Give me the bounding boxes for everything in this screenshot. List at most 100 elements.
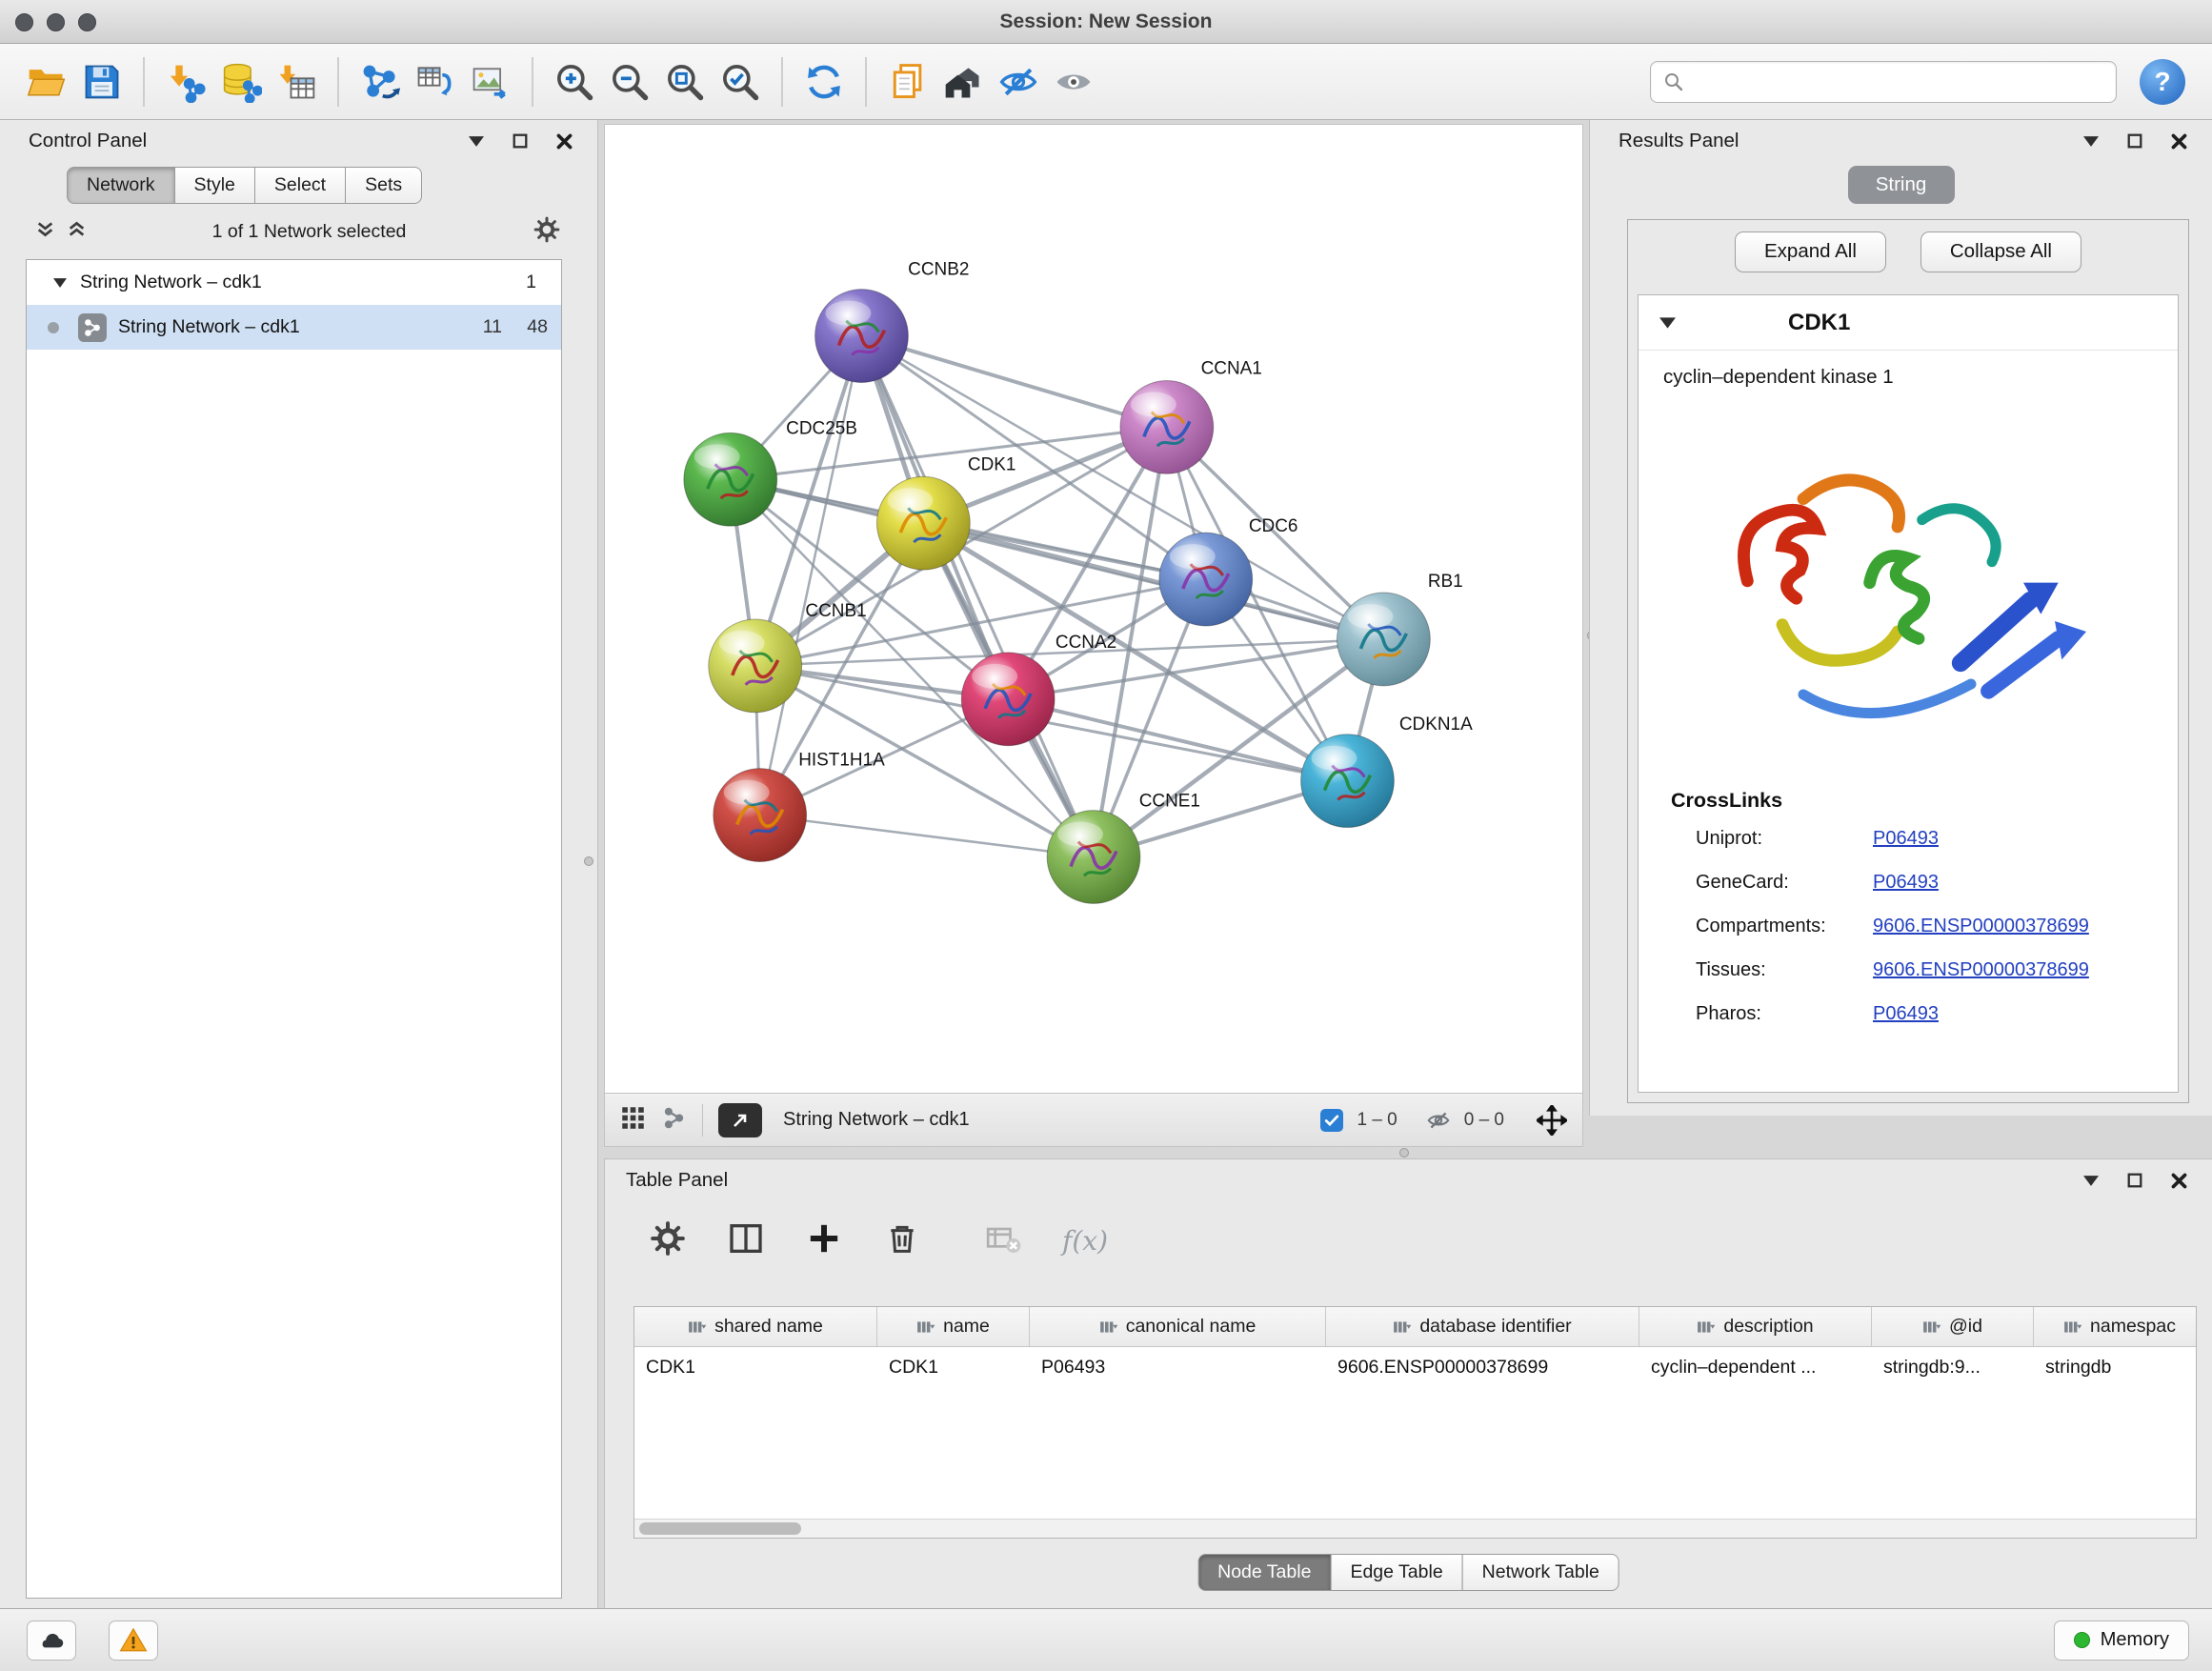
delete-column-button[interactable]: [883, 1219, 921, 1262]
toggle-visibility-button[interactable]: [1046, 52, 1101, 111]
edge-CCNA2-CDKN1A[interactable]: [1008, 699, 1347, 781]
expand-all-button[interactable]: [68, 220, 86, 243]
open-session-button[interactable]: [19, 52, 74, 111]
tab-sets[interactable]: Sets: [345, 167, 422, 204]
table-body[interactable]: [634, 1387, 2196, 1519]
node-RB1[interactable]: [1337, 593, 1430, 686]
new-network-from-selection-button[interactable]: [352, 52, 408, 111]
edge-CCNB2-CCNE1[interactable]: [861, 336, 1094, 857]
network-canvas[interactable]: CCNB2CCNA1CDC25BCDK1CDC6RB1CCNB1CCNA2CDK…: [604, 124, 1583, 1094]
network-row-selected[interactable]: String Network – cdk1 11 48: [27, 305, 561, 350]
column-header-description[interactable]: description: [1639, 1307, 1872, 1346]
panel-close-button[interactable]: [556, 133, 573, 150]
collapse-all-button[interactable]: [36, 220, 54, 243]
home-button[interactable]: [935, 52, 991, 111]
panel-collapse-button[interactable]: [2083, 136, 2099, 147]
crosslink-value[interactable]: P06493: [1873, 872, 1939, 894]
node-CCNB1[interactable]: [709, 619, 802, 713]
collapse-all-button[interactable]: Collapse All: [1920, 232, 2081, 272]
panel-collapse-button[interactable]: [469, 136, 484, 147]
column-header-name[interactable]: name: [877, 1307, 1030, 1346]
node-CDC25B[interactable]: [684, 433, 777, 526]
search-input[interactable]: [1693, 71, 2104, 92]
node-CCNE1[interactable]: [1047, 811, 1140, 904]
scrollbar-thumb[interactable]: [639, 1522, 801, 1535]
tab-style[interactable]: Style: [174, 167, 255, 204]
panel-close-button[interactable]: [2171, 133, 2187, 150]
tab-network[interactable]: Network: [67, 167, 175, 204]
import-table-button[interactable]: [269, 52, 324, 111]
grid-view-button[interactable]: [620, 1105, 646, 1136]
network-options-button[interactable]: [533, 215, 561, 249]
crosslink-value[interactable]: 9606.ENSP00000378699: [1873, 916, 2089, 937]
import-network-file-button[interactable]: [158, 52, 213, 111]
hidden-items-icon[interactable]: [1426, 1108, 1451, 1133]
network-view-button[interactable]: [661, 1105, 687, 1136]
crosslink-value[interactable]: 9606.ENSP00000378699: [1873, 959, 2089, 981]
birds-eye-view-button[interactable]: [718, 1103, 762, 1137]
copy-button[interactable]: [880, 52, 935, 111]
save-session-button[interactable]: [74, 52, 130, 111]
panel-close-button[interactable]: [2171, 1173, 2187, 1189]
panel-float-button[interactable]: [2127, 133, 2142, 149]
zoom-selected-button[interactable]: [713, 52, 768, 111]
node-CDKN1A[interactable]: [1301, 735, 1395, 828]
splitter-handle[interactable]: [584, 856, 593, 866]
delete-table-button[interactable]: [984, 1219, 1022, 1262]
node-CDK1[interactable]: [876, 476, 970, 570]
table-cell[interactable]: stringdb: [2034, 1347, 2196, 1387]
table-options-button[interactable]: [649, 1219, 687, 1262]
table-cell[interactable]: P06493: [1030, 1347, 1326, 1387]
zoom-fit-button[interactable]: [657, 52, 713, 111]
section-expander-icon[interactable]: [1659, 317, 1676, 329]
tab-node-table[interactable]: Node Table: [1197, 1554, 1331, 1591]
column-header-canonical-name[interactable]: canonical name: [1030, 1307, 1326, 1346]
node-CCNA2[interactable]: [961, 653, 1055, 746]
table-cell[interactable]: stringdb:9...: [1872, 1347, 2034, 1387]
selected-items-icon[interactable]: [1320, 1109, 1343, 1132]
table-cell[interactable]: 9606.ENSP00000378699: [1326, 1347, 1639, 1387]
node-CDC6[interactable]: [1159, 533, 1253, 626]
refresh-button[interactable]: [796, 52, 852, 111]
create-column-button[interactable]: [805, 1219, 843, 1262]
window-minimize-button[interactable]: [47, 13, 65, 31]
search-box[interactable]: [1650, 61, 2117, 103]
table-cell[interactable]: cyclin–dependent ...: [1639, 1347, 1872, 1387]
cloud-button[interactable]: [27, 1621, 76, 1661]
edge-CCNB2-CCNA1[interactable]: [861, 336, 1166, 428]
tab-string[interactable]: String: [1848, 166, 1955, 204]
window-zoom-button[interactable]: [78, 13, 96, 31]
tab-edge-table[interactable]: Edge Table: [1330, 1554, 1462, 1591]
toggle-graphics-details-button[interactable]: [991, 52, 1046, 111]
export-table-button[interactable]: [408, 52, 463, 111]
node-HIST1H1A[interactable]: [714, 769, 807, 862]
column-header-@id[interactable]: @id: [1872, 1307, 2034, 1346]
crosslink-value[interactable]: P06493: [1873, 828, 1939, 850]
pan-tool-button[interactable]: [1537, 1105, 1567, 1136]
help-button[interactable]: ?: [2140, 59, 2185, 105]
tree-expander-icon[interactable]: [53, 278, 67, 288]
export-image-button[interactable]: [463, 52, 518, 111]
column-header-shared-name[interactable]: shared name: [634, 1307, 877, 1346]
memory-button[interactable]: Memory: [2054, 1621, 2189, 1661]
expand-all-button[interactable]: Expand All: [1735, 232, 1886, 272]
node-CCNA1[interactable]: [1120, 380, 1214, 473]
zoom-in-button[interactable]: [547, 52, 602, 111]
edge-HIST1H1A-CCNE1[interactable]: [760, 815, 1094, 857]
table-cell[interactable]: CDK1: [634, 1347, 877, 1387]
zoom-out-button[interactable]: [602, 52, 657, 111]
show-columns-button[interactable]: [727, 1219, 765, 1262]
column-header-namespac[interactable]: namespac: [2034, 1307, 2196, 1346]
table-row[interactable]: CDK1CDK1P064939606.ENSP00000378699cyclin…: [634, 1347, 2196, 1387]
network-collection-row[interactable]: String Network – cdk1 1: [27, 260, 561, 305]
panel-float-button[interactable]: [2127, 1173, 2142, 1188]
node-details-header[interactable]: CDK1: [1639, 295, 2178, 351]
table-cell[interactable]: CDK1: [877, 1347, 1030, 1387]
tab-select[interactable]: Select: [254, 167, 346, 204]
splitter-handle[interactable]: [1399, 1148, 1409, 1158]
tab-network-table[interactable]: Network Table: [1462, 1554, 1619, 1591]
crosslink-value[interactable]: P06493: [1873, 1003, 1939, 1025]
node-CCNB2[interactable]: [815, 290, 909, 383]
panel-float-button[interactable]: [513, 133, 528, 149]
warnings-button[interactable]: [109, 1621, 158, 1661]
